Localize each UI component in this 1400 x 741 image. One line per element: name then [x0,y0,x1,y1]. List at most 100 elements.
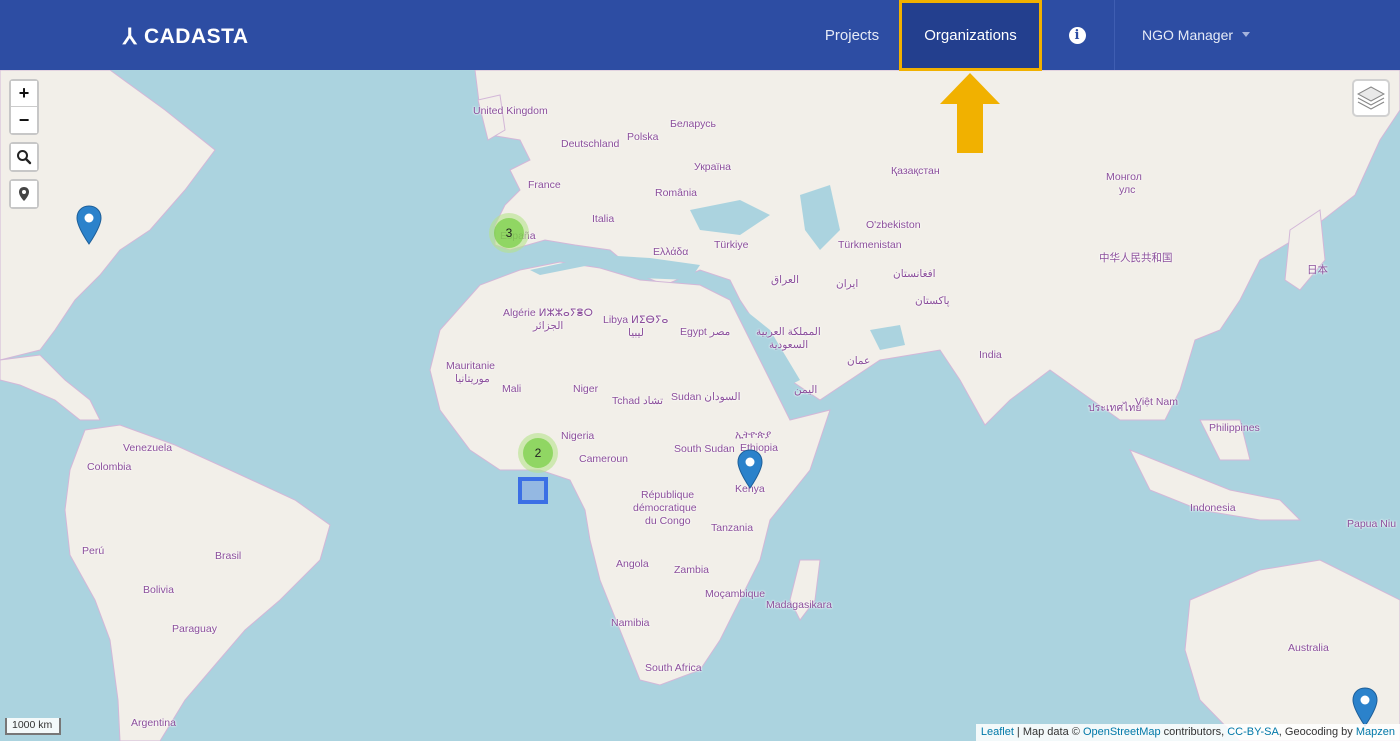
nav-organizations-link[interactable]: Organizations [899,0,1042,71]
annotation-arrow-icon [940,73,1000,153]
label-iran: ایران [836,278,859,290]
label-ellada: Ελλάδα [653,246,689,258]
label-italia: Italia [592,213,615,225]
map-marker-usa[interactable] [76,205,102,245]
user-name: NGO Manager [1142,27,1234,43]
label-papua: Papua Niu [1347,518,1397,530]
leaflet-link[interactable]: Leaflet [981,726,1014,738]
label-angola: Angola [616,558,649,570]
cluster-spain[interactable]: 3 [489,213,529,253]
app-window: ⅄ CADASTA Projects Organizations i NGO M… [0,0,1400,741]
geocoder-control [9,142,39,172]
label-rdc-1: République [641,489,695,501]
label-algerie-ar: الجزائر [533,320,564,332]
label-venezuela: Venezuela [123,442,173,454]
label-south-sudan: South Sudan [674,443,735,455]
label-sudan: Sudan السودان [671,391,741,403]
map-attribution: Leaflet | Map data © OpenStreetMap contr… [975,724,1400,741]
license-link[interactable]: CC-BY-SA [1227,726,1279,738]
label-pakistan: پاکستان [915,295,950,307]
map-scale: 1000 km [5,718,61,735]
cluster-count: 2 [523,438,553,468]
locate-button[interactable] [11,181,37,207]
label-rdc-3: du Congo [645,515,691,527]
label-brasil: Brasil [215,550,242,562]
label-uls: улс [1119,184,1136,196]
label-saudi-2: السعودية [769,339,809,351]
search-icon [17,150,32,165]
nav-projects-link[interactable]: Projects [812,0,892,70]
label-polska: Polska [627,131,659,143]
info-button[interactable]: i [1055,0,1099,70]
label-niger: Niger [573,383,599,395]
locate-control [9,179,39,209]
map-view[interactable]: United Kingdom Беларусь Polska Deutschla… [0,70,1400,741]
label-oman: عمان [847,355,871,367]
label-mocambique: Moçambique [705,588,766,600]
label-bolivia: Bolivia [143,584,174,596]
nav-divider [1114,0,1115,70]
label-kazakhstan: Қазақстан [891,165,940,177]
zoom-in-button[interactable]: + [11,81,37,107]
cadasta-logo[interactable]: ⅄ CADASTA [123,22,249,52]
label-japan: 日本 [1307,264,1328,276]
label-france: France [528,179,561,191]
label-romania: România [655,187,698,199]
info-icon: i [1068,26,1086,44]
osm-link[interactable]: OpenStreetMap [1083,726,1161,738]
cluster-nigeria[interactable]: 2 [518,433,558,473]
label-turkiye: Türkiye [714,239,749,251]
selected-area-marker[interactable] [518,477,548,504]
zoom-out-button[interactable]: − [11,107,37,133]
layers-control-button[interactable] [1352,79,1390,117]
label-rdc-2: démocratique [633,502,697,514]
label-south-africa: South Africa [645,662,702,674]
label-algerie: Algérie ⵍⵣⵣⴰⵢⴻⵔ [503,307,593,319]
label-egypt: Egypt مصر [680,326,731,338]
label-afghanistan: افغانستان [893,268,936,280]
label-namibia: Namibia [611,617,650,629]
label-libya: Libya ⵍⵉⴱⵢⴰ [603,314,669,326]
label-iraq: العراق [771,274,800,286]
map-marker-australia[interactable] [1352,687,1378,727]
label-china: 中华人民共和国 [1099,252,1173,264]
label-mauritanie-ar: موريتانيا [455,373,490,385]
attribution-text-3: , Geocoding by [1278,726,1356,738]
caret-down-icon [1242,32,1250,37]
layers-icon [1357,86,1385,110]
label-australia: Australia [1288,642,1329,654]
label-philippines: Philippines [1209,422,1260,434]
label-ethiopia-am: ኢትዮጵያ [735,429,772,441]
label-uzbekiston: O'zbekiston [866,219,921,231]
zoom-control: + − [9,79,39,135]
label-nigeria: Nigeria [561,430,595,442]
attribution-text-1: | Map data © [1013,726,1083,738]
label-peru: Perú [82,545,105,557]
label-argentina: Argentina [131,717,176,729]
user-menu-dropdown[interactable]: NGO Manager [1128,0,1268,70]
label-tanzania: Tanzania [711,522,754,534]
mapzen-link[interactable]: Mapzen [1356,726,1395,738]
label-paraguay: Paraguay [172,623,217,635]
label-saudi: المملكة العربية [756,326,821,338]
label-colombia: Colombia [87,461,132,473]
label-thailand: ประเทศไทย [1088,402,1142,414]
label-mali: Mali [502,383,522,395]
label-vietnam: Việt Nam [1135,396,1178,408]
label-zambia: Zambia [674,564,710,576]
label-cameroun: Cameroun [579,453,629,465]
label-belarus: Беларусь [670,118,716,130]
label-deutschland: Deutschland [561,138,620,150]
label-mauritanie: Mauritanie [446,360,496,372]
search-button[interactable] [11,144,37,170]
label-tchad: Tchad تشاد [612,395,664,407]
label-turkmenistan: Türkmenistan [838,239,902,251]
label-libya-ar: ليبيا [628,327,644,339]
label-mongol: Монгол [1106,171,1142,183]
label-united-kingdom: United Kingdom [473,105,548,117]
label-yemen: اليمن [794,384,818,396]
cadasta-logo-mark: ⅄ [123,24,137,49]
map-marker-kenya[interactable] [737,449,763,489]
cluster-count: 3 [494,218,524,248]
top-navbar: ⅄ CADASTA Projects Organizations i NGO M… [0,0,1400,71]
